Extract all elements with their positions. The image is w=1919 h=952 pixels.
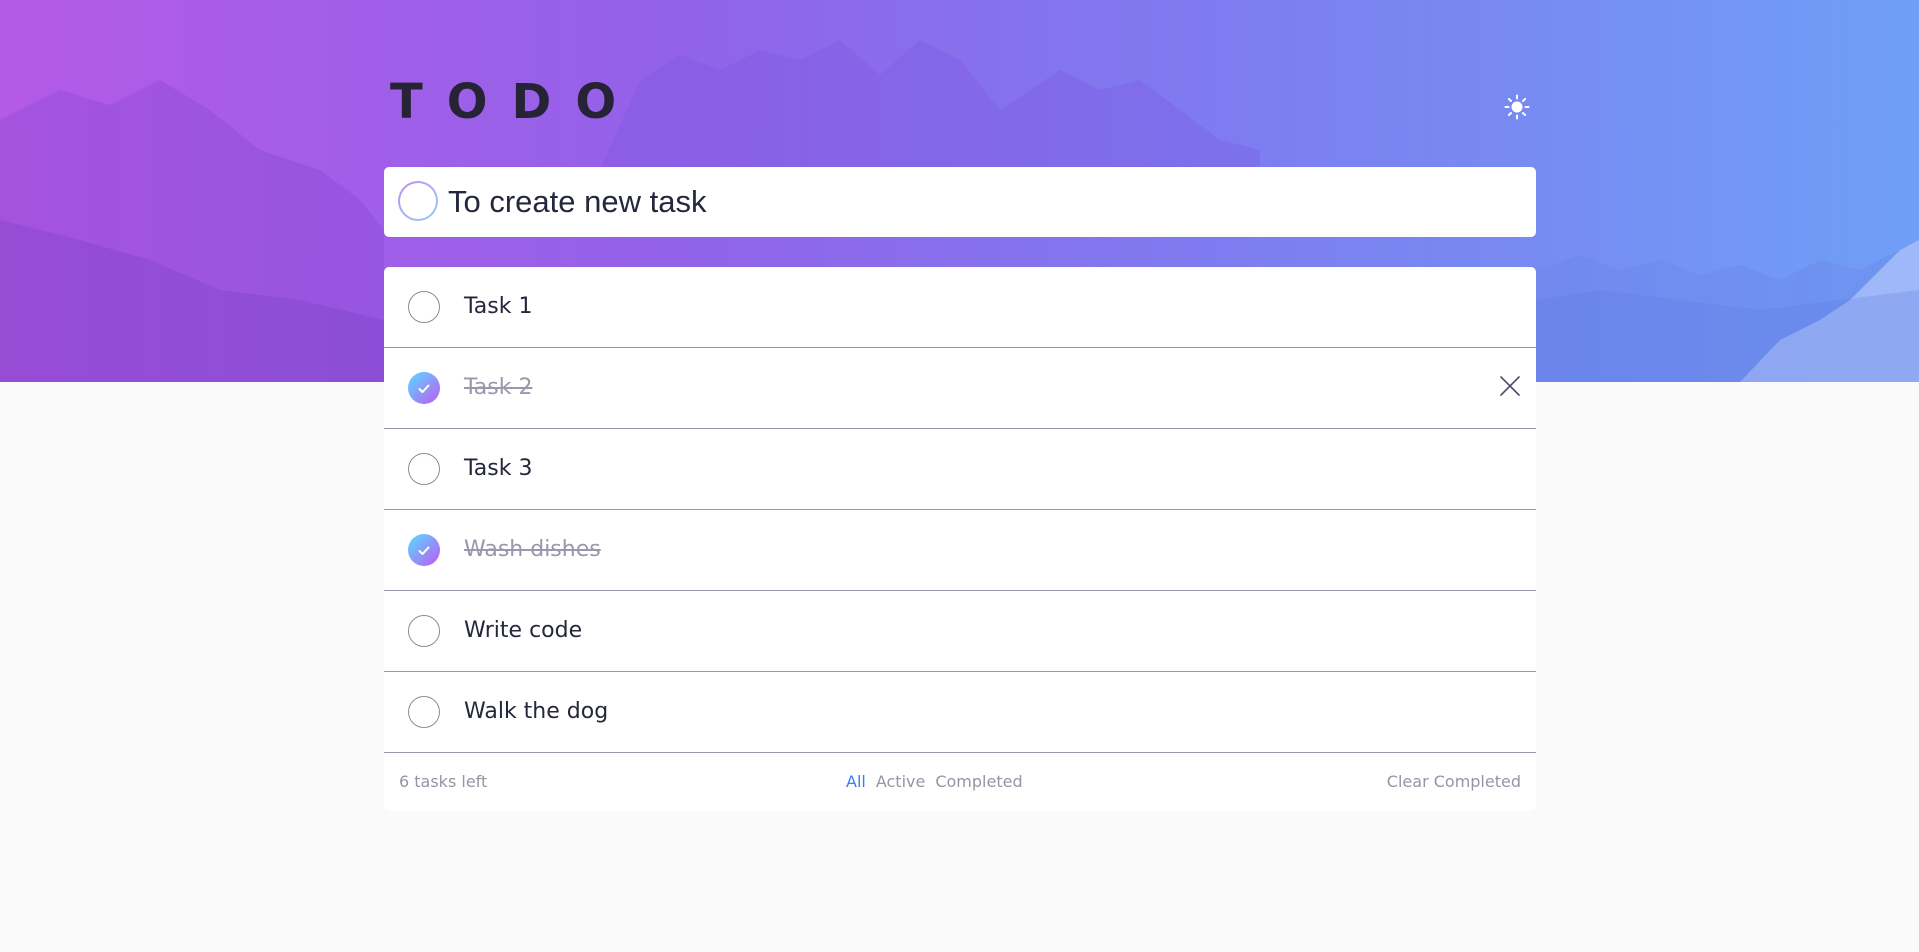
task-checkbox[interactable] bbox=[408, 291, 440, 323]
filter-completed[interactable]: Completed bbox=[935, 753, 1022, 811]
task-label: Write code bbox=[464, 618, 583, 643]
task-label: Walk the dog bbox=[464, 699, 609, 724]
task-checkbox[interactable] bbox=[408, 453, 440, 485]
task-row: Write code bbox=[384, 591, 1536, 672]
new-task-input[interactable] bbox=[448, 177, 1508, 227]
task-row: Task 3 bbox=[384, 429, 1536, 510]
task-label: Wash dishes bbox=[464, 537, 601, 562]
task-checkbox[interactable] bbox=[408, 615, 440, 647]
close-icon bbox=[1499, 375, 1521, 401]
task-row: Walk the dog bbox=[384, 672, 1536, 753]
check-icon bbox=[418, 379, 430, 398]
filter-group: All Active Completed bbox=[846, 753, 1023, 811]
task-row: Task 1 bbox=[384, 267, 1536, 348]
task-label: Task 3 bbox=[464, 456, 533, 481]
new-task-circle[interactable] bbox=[398, 181, 438, 221]
task-footer: 6 tasks left All Active Completed Clear … bbox=[384, 753, 1536, 811]
delete-task-button[interactable] bbox=[1496, 374, 1524, 402]
task-checkbox[interactable] bbox=[408, 696, 440, 728]
filter-all[interactable]: All bbox=[846, 753, 866, 811]
app-title: TODO bbox=[390, 74, 641, 130]
task-row: Wash dishes bbox=[384, 510, 1536, 591]
task-checkbox[interactable] bbox=[408, 534, 440, 566]
check-icon bbox=[418, 541, 430, 560]
task-checkbox[interactable] bbox=[408, 372, 440, 404]
task-label: Task 1 bbox=[464, 294, 533, 319]
sun-icon bbox=[1504, 94, 1530, 124]
new-task-bar bbox=[384, 167, 1536, 237]
tasks-left-count: 6 tasks left bbox=[399, 772, 488, 791]
task-row: Task 2 bbox=[384, 348, 1536, 429]
task-label: Task 2 bbox=[464, 375, 533, 400]
task-list: Task 1 Task 2 Task 3 Wash dishes Write c… bbox=[384, 267, 1536, 811]
theme-toggle-button[interactable] bbox=[1500, 92, 1534, 126]
clear-completed-button[interactable]: Clear Completed bbox=[1387, 753, 1521, 811]
filter-active[interactable]: Active bbox=[876, 753, 926, 811]
